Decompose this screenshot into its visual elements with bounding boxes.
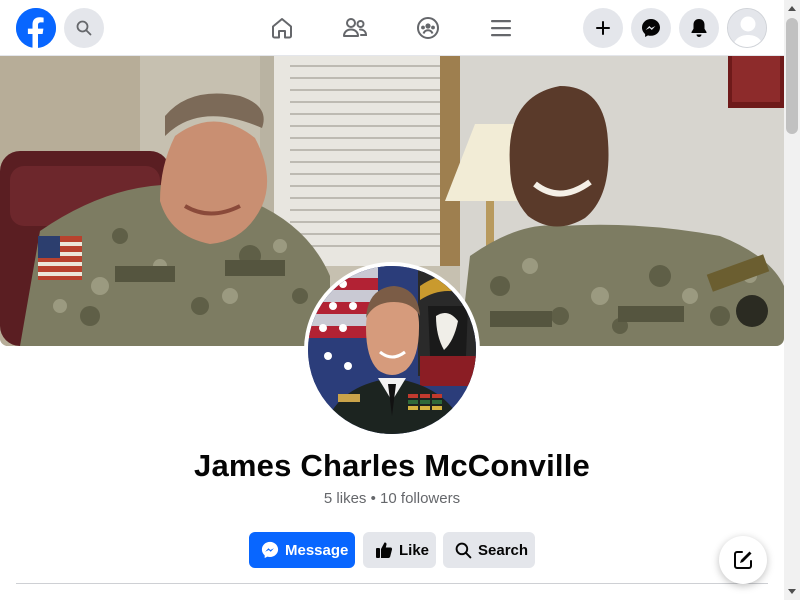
page-stats: 5 likes • 10 followers: [0, 490, 784, 507]
facebook-logo-icon[interactable]: [16, 8, 56, 48]
notifications-button[interactable]: [679, 8, 719, 48]
plus-icon: [596, 21, 610, 35]
search-icon: [455, 542, 472, 559]
action-buttons: Message Like Search: [0, 532, 784, 568]
scroll-up-arrow-icon[interactable]: [784, 0, 800, 16]
groups-icon: [417, 17, 439, 39]
likes-count[interactable]: 5 likes: [324, 490, 367, 507]
profile-picture[interactable]: [304, 262, 480, 438]
groups-tab[interactable]: [412, 12, 444, 44]
scrollbar-thumb[interactable]: [786, 18, 798, 134]
account-avatar[interactable]: [727, 8, 767, 48]
friends-icon: [343, 18, 368, 37]
message-label: Message: [285, 541, 349, 559]
stats-separator: •: [370, 490, 376, 507]
home-icon: [272, 18, 292, 39]
scroll-down-arrow-icon[interactable]: [784, 584, 800, 600]
search-icon: [76, 20, 92, 36]
home-tab[interactable]: [266, 12, 298, 44]
top-navigation-bar: [0, 0, 784, 56]
section-divider: [16, 583, 768, 584]
thumbs-up-icon: [375, 541, 393, 559]
followers-count[interactable]: 10 followers: [380, 490, 460, 507]
search-button[interactable]: [64, 8, 104, 48]
create-button[interactable]: [583, 8, 623, 48]
search-page-button[interactable]: Search: [443, 532, 535, 568]
like-label: Like: [399, 541, 430, 559]
menu-icon: [491, 20, 511, 37]
friends-tab[interactable]: [339, 12, 371, 44]
message-button[interactable]: Message: [249, 532, 355, 568]
default-avatar-icon: [728, 9, 766, 47]
search-label: Search: [478, 541, 529, 559]
like-button[interactable]: Like: [363, 532, 436, 568]
messenger-icon: [642, 19, 660, 37]
page-title: James Charles McConville: [194, 448, 590, 483]
new-message-button[interactable]: [719, 536, 767, 584]
messenger-icon: [261, 541, 279, 559]
compose-icon: [734, 551, 752, 569]
bell-icon: [691, 19, 707, 37]
messenger-button[interactable]: [631, 8, 671, 48]
menu-tab[interactable]: [485, 12, 517, 44]
